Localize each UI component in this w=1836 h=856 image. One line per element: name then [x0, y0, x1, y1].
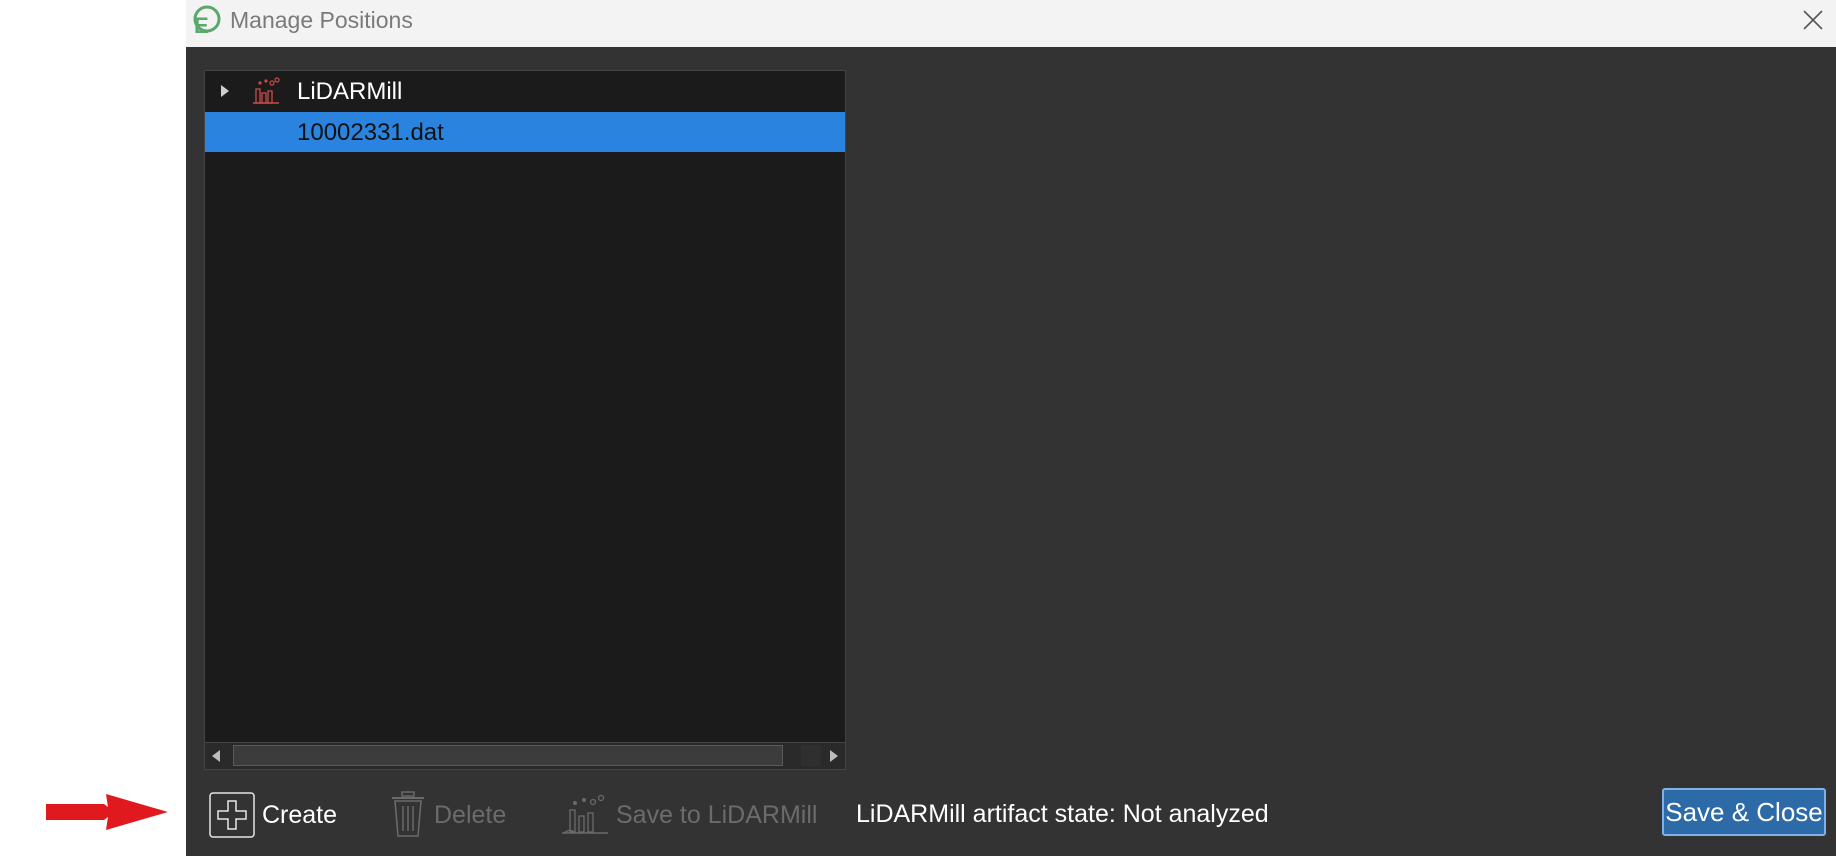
tree-item-position-file[interactable]: 10002331.dat: [205, 112, 845, 152]
scrollbar-track: [801, 745, 821, 766]
delete-label: Delete: [434, 800, 507, 829]
trash-icon: [392, 791, 424, 837]
lidarmill-icon: [253, 77, 280, 104]
scroll-right-icon[interactable]: [827, 749, 841, 763]
artifact-state-status: LiDARMill artifact state: Not analyzed: [856, 800, 1269, 828]
save-and-close-button[interactable]: Save & Close: [1662, 788, 1826, 836]
tree-item-lidarmill[interactable]: LiDARMill: [205, 71, 845, 111]
plus-icon: [209, 792, 255, 838]
save-to-lidarmill-button[interactable]: Save to LiDARMill: [560, 780, 817, 850]
manage-positions-window: E Manage Positions LiDARMill 10002331.da…: [186, 0, 1836, 856]
delete-button[interactable]: Delete: [388, 780, 506, 850]
annotation-arrow-icon: [46, 794, 168, 830]
create-button[interactable]: Create: [208, 780, 337, 850]
expand-arrow-icon[interactable]: [219, 84, 231, 98]
scroll-left-icon[interactable]: [209, 749, 223, 763]
horizontal-scrollbar[interactable]: [205, 742, 845, 769]
title-bar: E Manage Positions: [186, 0, 1836, 47]
app-logo-icon: E: [193, 5, 221, 36]
tree-item-label: LiDARMill: [297, 78, 403, 105]
svg-text:E: E: [194, 13, 209, 36]
scrollbar-thumb[interactable]: [233, 745, 783, 766]
lidarmill-save-icon: [562, 794, 608, 834]
window-title: Manage Positions: [230, 7, 413, 33]
create-label: Create: [262, 800, 338, 829]
close-button[interactable]: [1790, 0, 1836, 40]
close-icon: [1803, 10, 1823, 30]
positions-tree[interactable]: LiDARMill 10002331.dat: [204, 70, 846, 770]
tree-item-label: 10002331.dat: [297, 119, 444, 146]
bottom-toolbar: Create Delete Save to LiDARMill LiDARMil…: [186, 780, 1836, 850]
save-to-lidarmill-label: Save to LiDARMill: [616, 800, 818, 829]
